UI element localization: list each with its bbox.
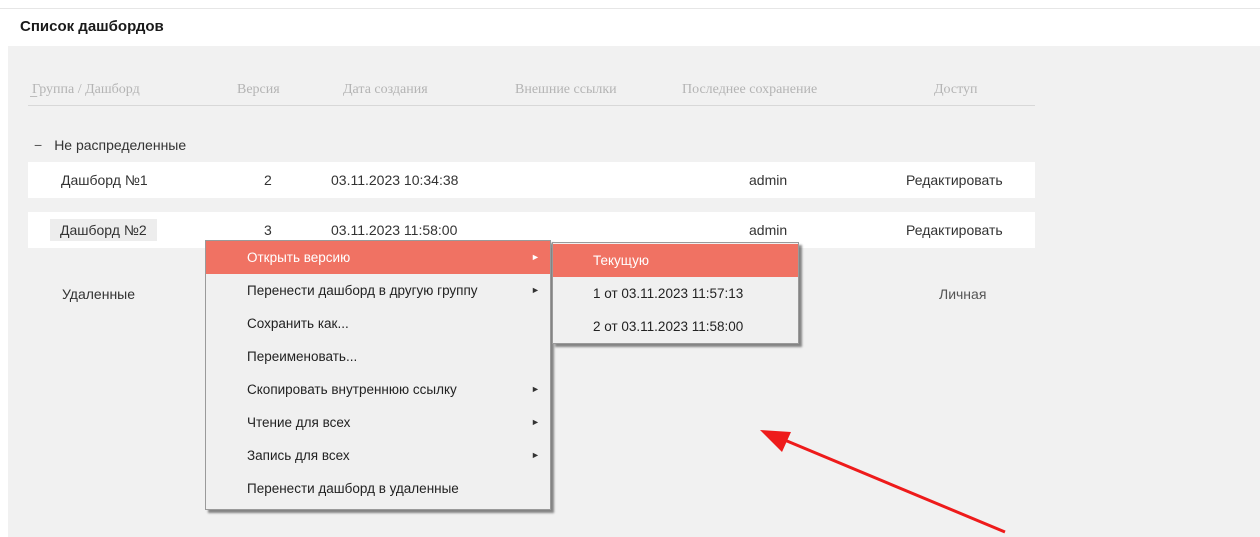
submenu-item-version-2[interactable]: 2 от 03.11.2023 11:58:00 xyxy=(553,310,798,343)
submenu-item-version-1[interactable]: 1 от 03.11.2023 11:57:13 xyxy=(553,277,798,310)
submenu-arrow-icon: ► xyxy=(531,252,540,262)
menu-item-label: Открыть версию xyxy=(247,250,351,265)
menu-item-copy-internal-link[interactable]: Скопировать внутреннюю ссылку ► xyxy=(206,373,550,406)
submenu-arrow-icon: ► xyxy=(531,450,540,460)
column-header-external-links[interactable]: Внешние ссылки xyxy=(515,82,617,98)
menu-item-save-as[interactable]: Сохранить как... xyxy=(206,307,550,340)
version-submenu: Текущую 1 от 03.11.2023 11:57:13 2 от 03… xyxy=(552,242,799,344)
menu-item-write-for-all[interactable]: Запись для всех ► xyxy=(206,439,550,472)
dashboard-name[interactable]: Дашборд №2 xyxy=(50,219,157,241)
column-header-group[interactable]: Группа / Дашборд xyxy=(32,82,140,98)
dashboard-saved-by: admin xyxy=(749,172,788,188)
group-row-unassigned[interactable]: − Не распределенные xyxy=(34,137,186,153)
column-header-created[interactable]: Дата создания xyxy=(343,82,428,98)
column-header-version[interactable]: Версия xyxy=(237,82,280,98)
menu-item-label: Переименовать... xyxy=(247,349,358,364)
menu-item-label: Перенести дашборд в другую группу xyxy=(247,283,478,298)
column-header-access[interactable]: Доступ xyxy=(934,82,978,98)
menu-item-rename[interactable]: Переименовать... xyxy=(206,340,550,373)
submenu-arrow-icon: ► xyxy=(531,285,540,295)
menu-item-label: Скопировать внутреннюю ссылку xyxy=(247,382,457,397)
group-name: Не распределенные xyxy=(54,137,187,153)
table-row[interactable]: Дашборд №1 2 03.11.2023 10:34:38 admin Р… xyxy=(28,162,1035,198)
column-header-last-saved[interactable]: Последнее сохранение xyxy=(682,82,817,98)
dashboard-created: 03.11.2023 10:34:38 xyxy=(331,172,459,188)
submenu-item-label: 1 от 03.11.2023 11:57:13 xyxy=(593,286,744,301)
menu-item-label: Чтение для всех xyxy=(247,415,351,430)
deleted-access: Личная xyxy=(939,286,987,302)
dashboard-name[interactable]: Дашборд №1 xyxy=(61,162,148,198)
group-row-deleted[interactable]: Удаленные xyxy=(62,286,135,302)
submenu-arrow-icon: ► xyxy=(531,384,540,394)
submenu-item-current[interactable]: Текущую xyxy=(553,244,798,277)
menu-item-read-for-all[interactable]: Чтение для всех ► xyxy=(206,406,550,439)
sort-indicator: – xyxy=(30,88,38,103)
page-title: Список дашбордов xyxy=(20,18,164,35)
menu-item-move-to-group[interactable]: Перенести дашборд в другую группу ► xyxy=(206,274,550,307)
top-divider xyxy=(0,8,1260,9)
dashboard-version: 2 xyxy=(264,172,272,188)
menu-item-label: Сохранить как... xyxy=(247,316,349,331)
submenu-item-label: 2 от 03.11.2023 11:58:00 xyxy=(593,319,744,334)
menu-item-move-to-deleted[interactable]: Перенести дашборд в удаленные xyxy=(206,472,550,505)
menu-item-label: Запись для всех xyxy=(247,448,350,463)
menu-item-label: Перенести дашборд в удаленные xyxy=(247,481,459,496)
header-divider xyxy=(28,105,1035,106)
dashboard-access[interactable]: Редактировать xyxy=(906,212,1003,248)
submenu-item-label: Текущую xyxy=(593,253,649,268)
dashboard-list-page: Список дашбордов Группа / Дашборд – Верс… xyxy=(0,0,1260,537)
collapse-icon[interactable]: − xyxy=(34,137,42,153)
menu-item-open-version[interactable]: Открыть версию ► xyxy=(206,241,550,274)
dashboard-access[interactable]: Редактировать xyxy=(906,162,1003,198)
context-menu: Открыть версию ► Перенести дашборд в дру… xyxy=(205,240,551,510)
submenu-arrow-icon: ► xyxy=(531,417,540,427)
